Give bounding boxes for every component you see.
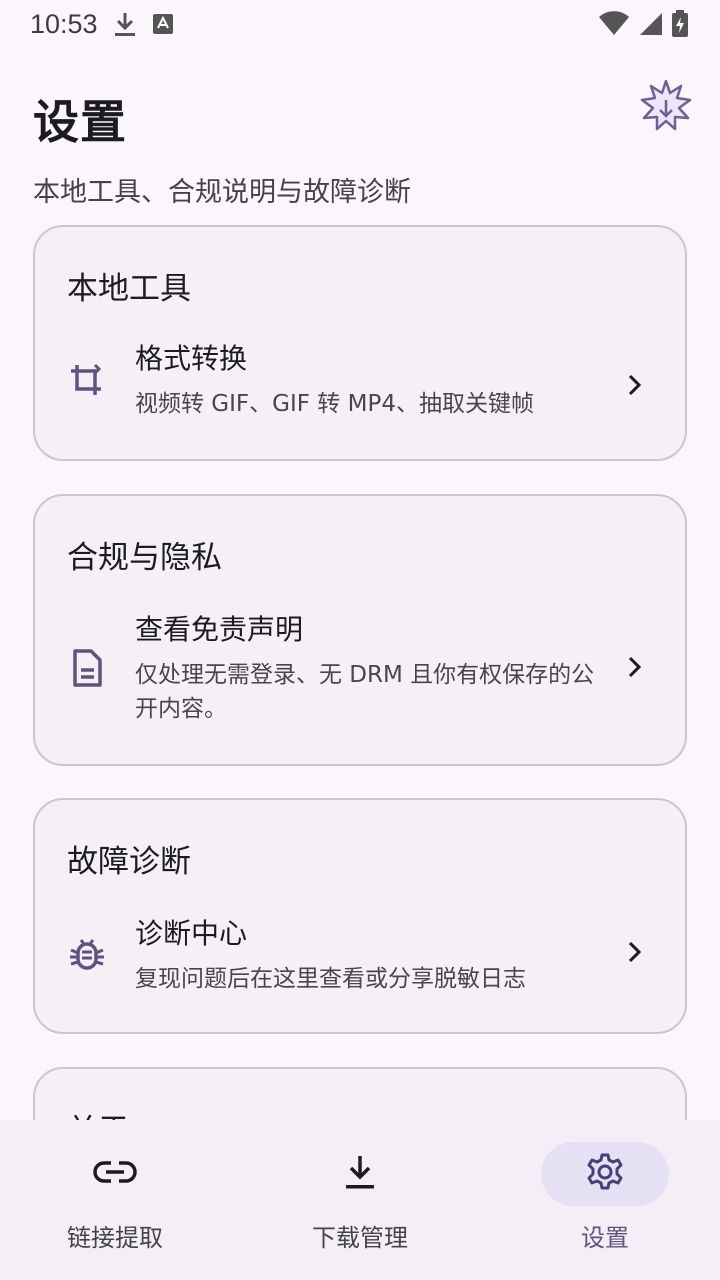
status-time: 10:53 [30,8,98,39]
section-title: 故障诊断 [67,844,191,880]
settings-list[interactable]: 本地工具 格式转换 视频转 GIF、GIF 转 MP4、抽取关键帧 合规与隐私 … [0,220,720,1120]
disclaimer-item[interactable]: 查看免责声明 仅处理无需登录、无 DRM 且你有权保存的公开内容。 [35,608,685,738]
nav-label: 下载管理 [312,1224,408,1252]
nav-download-manager[interactable]: 下载管理 [260,1142,460,1253]
chevron-right-icon [621,654,647,680]
section-about: 关于 [33,1067,687,1120]
diagnostics-center-title: 诊断中心 [135,917,248,950]
chevron-right-icon [621,939,647,965]
gear-icon [585,1152,625,1196]
section-diagnostics: 故障诊断 诊断中心 复现问题后在这里查看或分享脱敏日志 [33,798,687,1034]
page-header: 设置 本地工具、合规说明与故障诊断 [33,79,693,209]
link-icon [93,1159,137,1189]
nav-link-extract[interactable]: 链接提取 [15,1142,215,1253]
download-icon [112,10,138,38]
signal-icon [636,11,664,37]
format-convert-item[interactable]: 格式转换 视频转 GIF、GIF 转 MP4、抽取关键帧 [35,337,685,437]
nav-pill [296,1142,424,1206]
page-title: 设置 [33,95,127,149]
section-compliance-privacy: 合规与隐私 查看免责声明 仅处理无需登录、无 DRM 且你有权保存的公开内容。 [33,494,687,766]
download-icon [344,1154,376,1194]
battery-charging-icon [670,9,690,39]
nav-pill [51,1142,179,1206]
document-icon [67,648,107,688]
nav-label: 设置 [581,1224,629,1252]
format-convert-title: 格式转换 [135,342,248,375]
diagnostics-center-item[interactable]: 诊断中心 复现问题后在这里查看或分享脱敏日志 [35,912,685,1012]
disclaimer-description: 仅处理无需登录、无 DRM 且你有权保存的公开内容。 [135,662,595,722]
starburst-badge-icon [639,78,693,132]
keyboard-a-icon [152,13,174,35]
crop-icon [67,361,107,401]
nav-pill-active [541,1142,669,1206]
section-local-tools: 本地工具 格式转换 视频转 GIF、GIF 转 MP4、抽取关键帧 [33,225,687,461]
section-title: 本地工具 [67,271,191,307]
page-subtitle: 本地工具、合规说明与故障诊断 [33,177,411,208]
diagnostics-center-description: 复现问题后在这里查看或分享脱敏日志 [135,966,526,992]
section-title: 合规与隐私 [67,540,222,576]
bottom-navigation: 链接提取 下载管理 设置 [0,1120,720,1280]
nav-label: 链接提取 [67,1224,163,1252]
bug-icon [67,934,107,974]
format-convert-description: 视频转 GIF、GIF 转 MP4、抽取关键帧 [135,391,534,417]
section-title: 关于 [67,1105,129,1120]
status-bar: 10:53 [0,0,720,48]
disclaimer-title: 查看免责声明 [135,613,304,646]
nav-settings[interactable]: 设置 [505,1142,705,1253]
chevron-right-icon [621,372,647,398]
wifi-icon [598,11,630,37]
